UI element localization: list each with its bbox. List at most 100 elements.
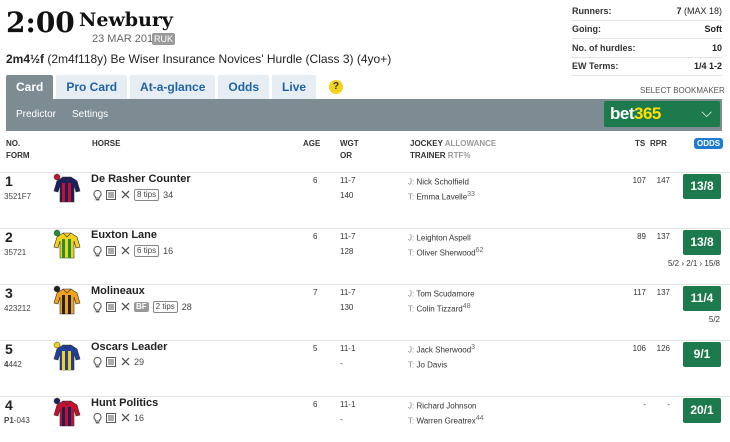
jockey-name[interactable]: J: Leighton Aspell — [408, 232, 471, 243]
close-icon[interactable] — [120, 190, 130, 200]
trainer-name[interactable]: T: Warren Greatrex44 — [408, 415, 484, 426]
chevron-down-icon: ⌵ — [701, 104, 712, 120]
trainer-name[interactable]: T: Colin Tizzard48 — [408, 303, 471, 314]
price-movement: 5/2 › 2/1 › 15/8 — [667, 259, 720, 268]
rp-rating: 126 — [656, 344, 670, 353]
tip-count: 16 — [163, 246, 174, 256]
col-head-no-form: NO. FORM — [6, 139, 30, 160]
tips-badge[interactable]: 6 tips — [134, 245, 160, 257]
tips-badge[interactable]: 8 tips — [134, 189, 160, 201]
odds-price-button[interactable]: 11/4 — [683, 286, 721, 311]
jockey-name[interactable]: J: Tom Scudamore — [408, 288, 475, 299]
tip-count: 29 — [134, 357, 145, 367]
tips-badge[interactable]: 2 tips — [152, 301, 178, 313]
race-date: 23 MAR 2018 — [92, 33, 160, 45]
jockey-name[interactable]: J: Jack Sherwood3 — [408, 344, 475, 355]
info-row-going: Going: Soft — [572, 21, 722, 39]
lightbulb-icon[interactable] — [92, 356, 102, 368]
close-icon[interactable] — [120, 302, 130, 312]
horse-age: 6 — [313, 400, 318, 409]
horse-age: 6 — [313, 176, 318, 185]
predictor-link[interactable]: Predictor — [16, 109, 56, 120]
race-description: (2m4f118y) Be Wiser Insurance Novices' H… — [47, 52, 392, 66]
notepad-icon[interactable] — [106, 302, 116, 312]
settings-link[interactable]: Settings — [72, 109, 108, 120]
odds-price-button[interactable]: 13/8 — [683, 174, 721, 199]
horse-name[interactable]: Hunt Politics — [91, 397, 158, 409]
trainer-name[interactable]: T: Oliver Sherwood62 — [408, 247, 483, 258]
close-icon[interactable] — [120, 413, 130, 423]
horse-age: 7 — [313, 288, 318, 297]
bookmaker-select-button[interactable]: bet365 ⌵ — [604, 101, 720, 127]
odds-price-button[interactable]: 20/1 — [683, 398, 721, 423]
price-movement: 5/2 — [708, 315, 720, 324]
runner-row: 2 35721 Euxton Lane 6 tips 16 6 11-7 128 J: Leig… — [0, 228, 730, 284]
horse-name[interactable]: Oscars Leader — [91, 341, 167, 353]
horse-name[interactable]: De Rasher Counter — [91, 173, 191, 185]
lightbulb-icon[interactable] — [92, 412, 102, 424]
trainer-name[interactable]: T: Jo Davis — [408, 359, 447, 370]
runner-tools: 16 — [92, 412, 144, 424]
topspeed-rating: 107 — [632, 176, 646, 185]
tab-at-a-glance[interactable]: At-a-glance — [130, 75, 216, 99]
lightbulb-icon[interactable] — [92, 301, 102, 313]
form-figures: P1-043 — [4, 416, 30, 425]
notepad-icon[interactable] — [106, 413, 116, 423]
card-subnav: Predictor Settings bet365 ⌵ — [6, 99, 722, 131]
course-name[interactable]: Newbury — [79, 9, 173, 31]
runner-tools: 6 tips 16 — [92, 245, 173, 257]
rp-rating: 137 — [656, 288, 670, 297]
help-icon[interactable]: ? — [329, 80, 344, 94]
info-row-ew-terms: EW Terms: 1/4 1-2 — [572, 58, 722, 76]
saddle-cloth-number: 1 — [5, 173, 13, 189]
horse-weight: 11-1 — [340, 400, 356, 409]
tab-pro-card[interactable]: Pro Card — [56, 75, 128, 99]
jockey-silks-icon — [52, 341, 82, 376]
race-info-table: Runners: 7 (MAX 18) Going: Soft No. of hur… — [572, 2, 722, 76]
tab-odds[interactable]: Odds — [218, 75, 270, 99]
select-bookmaker-label: SELECT BOOKMAKER — [640, 86, 725, 95]
racecard-tabs: Card Pro Card At-a-glance Odds Live ? — [6, 75, 344, 99]
topspeed-rating: 89 — [637, 232, 646, 241]
race-header: 2:00 Newbury 23 MAR 2018 RUK 2m4½f (2m4f… — [0, 0, 730, 76]
official-rating: - — [340, 359, 343, 368]
form-figures: 423212 — [4, 304, 31, 313]
jockey-silks-icon — [52, 285, 82, 320]
jockey-silks-icon — [52, 173, 82, 208]
trainer-name[interactable]: T: Emma Lavelle33 — [408, 191, 475, 202]
odds-toggle-badge[interactable]: ODDS — [694, 138, 724, 149]
topspeed-rating: - — [643, 400, 646, 409]
horse-name[interactable]: Euxton Lane — [91, 229, 157, 241]
col-head-wgt-or: WGT OR — [340, 139, 359, 160]
odds-price-button[interactable]: 13/8 — [683, 230, 721, 255]
lightbulb-icon[interactable] — [92, 245, 102, 257]
horse-age: 6 — [313, 232, 318, 241]
rp-rating: - — [667, 400, 670, 409]
horse-name[interactable]: Molineaux — [91, 285, 145, 297]
notepad-icon[interactable] — [106, 190, 116, 200]
jockey-name[interactable]: J: Richard Johnson — [408, 400, 477, 411]
odds-price-button[interactable]: 9/1 — [683, 342, 721, 367]
lightbulb-icon[interactable] — [92, 189, 102, 201]
close-icon[interactable] — [120, 357, 130, 367]
rp-rating: 137 — [656, 232, 670, 241]
horse-weight: 11-7 — [340, 288, 356, 297]
runner-tools: 8 tips 34 — [92, 189, 173, 201]
horse-age: 5 — [313, 344, 318, 353]
jockey-name[interactable]: J: Nick Scholfield — [408, 176, 469, 187]
col-head-ts: TS — [635, 139, 646, 148]
topspeed-rating: 117 — [633, 288, 646, 297]
notepad-icon[interactable] — [106, 357, 116, 367]
tab-card[interactable]: Card — [6, 75, 54, 99]
saddle-cloth-number: 5 — [5, 341, 13, 357]
bet365-logo: bet365 — [610, 104, 661, 123]
close-icon[interactable] — [120, 246, 130, 256]
tab-live[interactable]: Live — [272, 75, 317, 99]
runner-row: 5 4442 Oscars Leader 29 5 11-1 - J: Jack Sherwo… — [0, 340, 730, 396]
col-head-age: AGE — [303, 139, 321, 148]
notepad-icon[interactable] — [106, 246, 116, 256]
official-rating: 128 — [340, 247, 354, 256]
runner-row: 3 423212 Molineaux BF 2 tips 28 7 11-7 130 J: Tom… — [0, 284, 730, 340]
official-rating: 140 — [340, 191, 354, 200]
jockey-silks-icon — [52, 397, 82, 432]
